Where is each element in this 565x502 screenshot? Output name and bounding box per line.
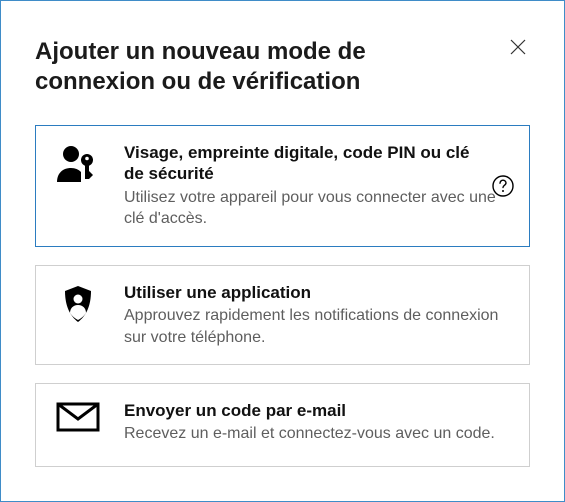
- option-email-code[interactable]: Envoyer un code par e-mail Recevez un e-…: [35, 383, 530, 467]
- authenticator-icon: [54, 284, 102, 332]
- option-title: Envoyer un code par e-mail: [124, 400, 513, 421]
- add-signin-method-dialog: Ajouter un nouveau mode de connexion ou …: [0, 0, 565, 502]
- option-text: Visage, empreinte digitale, code PIN ou …: [124, 142, 513, 230]
- option-title: Visage, empreinte digitale, code PIN ou …: [124, 142, 513, 185]
- dialog-title: Ajouter un nouveau mode de connexion ou …: [35, 37, 435, 97]
- passkey-icon: [54, 144, 102, 192]
- close-icon: [510, 39, 526, 55]
- help-icon: [492, 175, 514, 197]
- close-button[interactable]: [506, 35, 530, 59]
- option-text: Envoyer un code par e-mail Recevez un e-…: [124, 400, 513, 445]
- signin-options-list: Visage, empreinte digitale, code PIN ou …: [35, 125, 530, 467]
- email-icon: [54, 402, 102, 450]
- help-button[interactable]: [491, 174, 515, 198]
- option-passkey[interactable]: Visage, empreinte digitale, code PIN ou …: [35, 125, 530, 247]
- option-description: Approuvez rapidement les notifications d…: [124, 305, 513, 348]
- option-text: Utiliser une application Approuvez rapid…: [124, 282, 513, 348]
- option-authenticator-app[interactable]: Utiliser une application Approuvez rapid…: [35, 265, 530, 365]
- option-description: Utilisez votre appareil pour vous connec…: [124, 187, 513, 230]
- option-title: Utiliser une application: [124, 282, 513, 303]
- option-description: Recevez un e-mail et connectez-vous avec…: [124, 423, 513, 445]
